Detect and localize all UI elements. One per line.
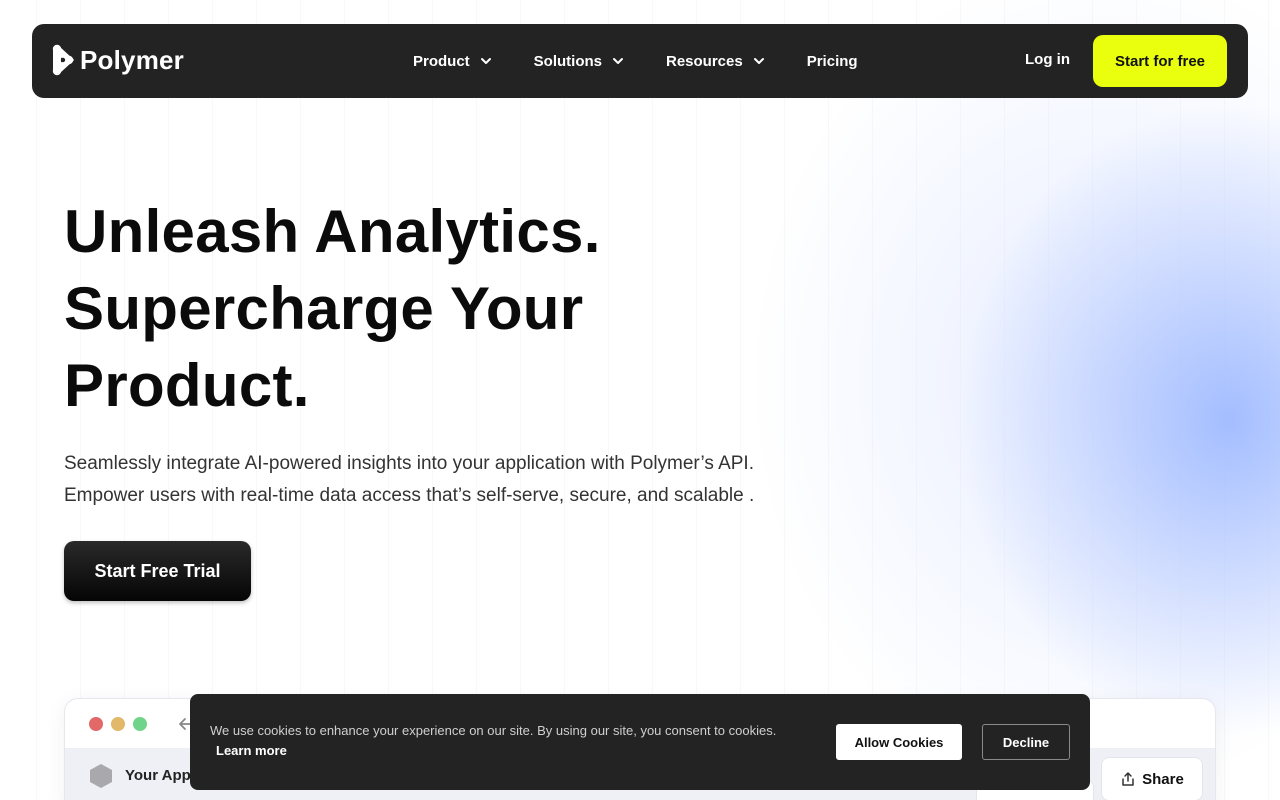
hexagon-icon — [90, 764, 112, 788]
share-label: Share — [1142, 770, 1184, 788]
window-close-dot — [89, 717, 103, 731]
app-name: Your App — [125, 767, 191, 784]
start-for-free-button[interactable]: Start for free — [1093, 35, 1227, 87]
chevron-down-icon — [613, 58, 623, 64]
nav-item-label: Product — [413, 52, 470, 70]
polymer-logo-icon — [52, 44, 74, 76]
top-navigation: Polymer Product Solutions Resources Pric… — [32, 24, 1248, 98]
window-minimize-dot — [111, 717, 125, 731]
hero-subtitle-line: Empower users with real-time data access… — [64, 485, 755, 506]
learn-more-link[interactable]: Learn more — [216, 743, 287, 758]
cookie-banner: We use cookies to enhance your experienc… — [190, 694, 1090, 790]
decline-cookies-button[interactable]: Decline — [982, 724, 1070, 760]
brand-name: Polymer — [80, 44, 185, 75]
window-maximize-dot — [133, 717, 147, 731]
nav-item-solutions[interactable]: Solutions — [534, 53, 624, 70]
hero-subtitle-line: Seamlessly integrate AI-powered insights… — [64, 453, 754, 474]
hero-title: Unleash Analytics. Supercharge Your Prod… — [64, 193, 784, 424]
hero-title-line: Supercharge Your — [64, 275, 584, 342]
nav-item-resources[interactable]: Resources — [666, 53, 765, 70]
nav-item-pricing[interactable]: Pricing — [807, 53, 858, 70]
login-link[interactable]: Log in — [1025, 51, 1070, 68]
logo[interactable]: Polymer — [52, 44, 184, 76]
main-menu: Product Solutions Resources Pricing — [413, 24, 858, 98]
hero-title-line: Product. — [64, 352, 310, 419]
hero-subtitle: Seamlessly integrate AI-powered insights… — [64, 448, 884, 512]
share-button[interactable]: Share — [1101, 757, 1203, 800]
start-free-trial-button[interactable]: Start Free Trial — [64, 541, 251, 601]
allow-cookies-button[interactable]: Allow Cookies — [836, 724, 962, 760]
nav-item-label: Resources — [666, 52, 743, 70]
chevron-down-icon — [753, 58, 764, 64]
chevron-down-icon — [480, 58, 491, 64]
nav-item-label: Solutions — [533, 52, 602, 70]
nav-item-product[interactable]: Product — [413, 53, 492, 70]
hero-title-line: Unleash Analytics. — [64, 198, 601, 265]
nav-item-label: Pricing — [806, 52, 858, 70]
share-icon — [1122, 772, 1134, 786]
cookie-message: We use cookies to enhance your experienc… — [210, 723, 777, 738]
